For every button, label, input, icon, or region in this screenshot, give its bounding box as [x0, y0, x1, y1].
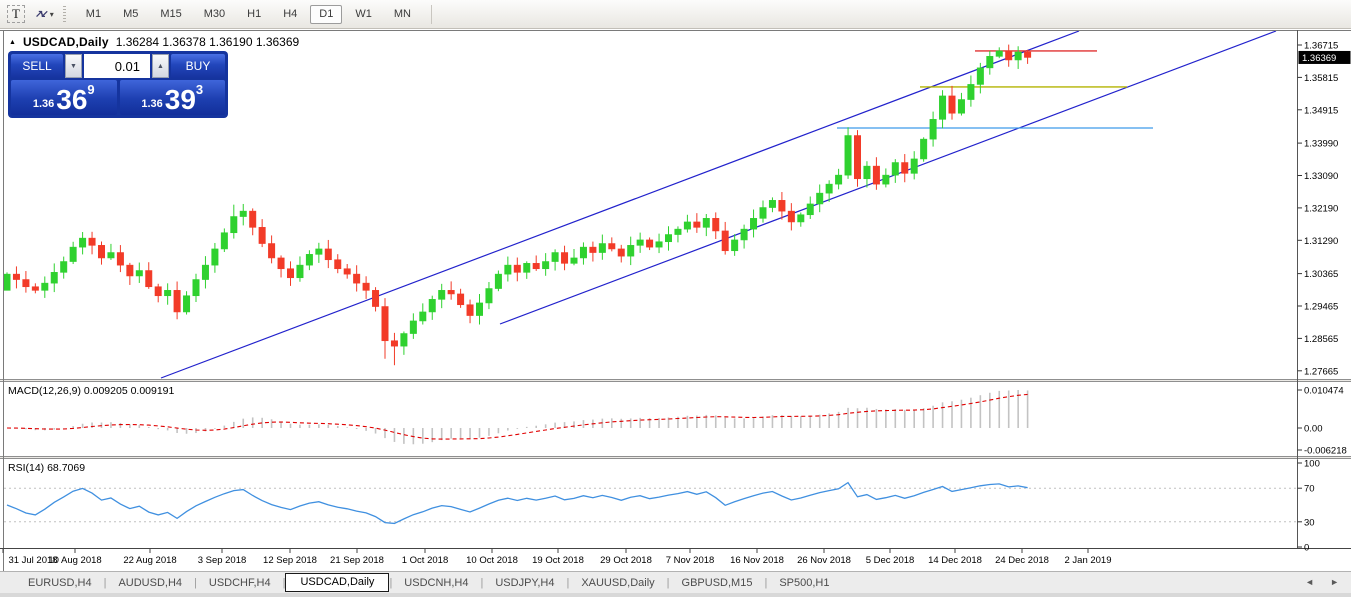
buy-price-sup: 3 — [195, 82, 204, 97]
macd-signal-line — [6, 393, 1028, 440]
toolbar: T ↗↙ ▾ M1 M5 M15 M30 H1 H4 D1 W1 MN — [0, 0, 1351, 29]
svg-text:1.34915: 1.34915 — [1304, 105, 1338, 116]
svg-text:1.31290: 1.31290 — [1304, 236, 1338, 247]
timeframe-h1[interactable]: H1 — [238, 5, 270, 24]
svg-text:1.32190: 1.32190 — [1304, 203, 1338, 214]
chart-title-symbol: USDCAD,Daily — [22, 35, 109, 49]
chart-tabs-bar: EURUSD,H4 | AUDUSD,H4 | USDCHF,H4 | USDCAD,Dai… — [0, 571, 1351, 593]
svg-text:14 Dec 2018: 14 Dec 2018 — [928, 555, 982, 566]
tab-usdcad-daily[interactable]: USDCAD,Daily — [285, 573, 390, 592]
collapse-chart-icon[interactable]: ▲ — [9, 39, 16, 46]
tab-usdcnh-h4[interactable]: USDCNH,H4 — [392, 574, 480, 592]
svg-text:1.27665: 1.27665 — [1304, 366, 1338, 377]
svg-text:1.28565: 1.28565 — [1304, 334, 1338, 345]
macd-pane — [6, 390, 1029, 445]
timeframe-mn[interactable]: MN — [385, 5, 420, 24]
buy-price-small: 1.36 — [141, 98, 163, 110]
svg-text:70: 70 — [1304, 484, 1315, 495]
price-axis[interactable]: 1.36715 1.35815 1.34915 1.33990 1.33090 1.321… — [1297, 41, 1351, 554]
svg-text:100: 100 — [1304, 459, 1320, 470]
sell-price-display[interactable]: 1.36 36 9 — [11, 80, 117, 115]
timeframe-m5[interactable]: M5 — [114, 5, 147, 24]
svg-text:3 Sep 2018: 3 Sep 2018 — [198, 555, 247, 566]
svg-text:12 Sep 2018: 12 Sep 2018 — [263, 555, 317, 566]
volume-increase-button[interactable]: ▲ — [152, 54, 169, 78]
svg-text:0.00: 0.00 — [1304, 424, 1323, 435]
tabs-scroll: ◄ ► — [1305, 577, 1339, 587]
tabs-scroll-left-icon[interactable]: ◄ — [1305, 577, 1314, 587]
svg-text:2 Jan 2019: 2 Jan 2019 — [1064, 555, 1111, 566]
timeframe-m1[interactable]: M1 — [77, 5, 110, 24]
svg-text:21 Sep 2018: 21 Sep 2018 — [330, 555, 384, 566]
tab-audusd-h4[interactable]: AUDUSD,H4 — [106, 574, 194, 592]
timeframe-w1[interactable]: W1 — [346, 5, 381, 24]
timeframe-m30[interactable]: M30 — [195, 5, 234, 24]
svg-text:24 Dec 2018: 24 Dec 2018 — [995, 555, 1049, 566]
svg-text:10 Oct 2018: 10 Oct 2018 — [466, 555, 518, 566]
tab-eurusd-h4[interactable]: EURUSD,H4 — [16, 574, 104, 592]
arrows-icon: ↗↙ — [35, 8, 49, 20]
tab-xauusd-daily[interactable]: XAUUSD,Daily — [569, 574, 666, 592]
rsi-line — [6, 481, 1028, 525]
buy-price-big: 39 — [164, 84, 196, 115]
svg-text:10 Aug 2018: 10 Aug 2018 — [48, 555, 101, 566]
chevron-down-icon: ▾ — [49, 9, 54, 19]
svg-text:1.36369: 1.36369 — [1302, 53, 1336, 64]
tab-gbpusd-m15[interactable]: GBPUSD,M15 — [670, 574, 765, 592]
chart-title-line: ▲ USDCAD,Daily 1.36284 1.36378 1.36190 1… — [9, 35, 299, 49]
svg-text:-0.006218: -0.006218 — [1304, 446, 1347, 457]
svg-text:5 Dec 2018: 5 Dec 2018 — [866, 555, 915, 566]
status-strip — [0, 593, 1351, 597]
trend-channel-line[interactable] — [160, 31, 1080, 379]
svg-text:19 Oct 2018: 19 Oct 2018 — [532, 555, 584, 566]
svg-text:22 Aug 2018: 22 Aug 2018 — [123, 555, 176, 566]
svg-text:1 Oct 2018: 1 Oct 2018 — [402, 555, 448, 566]
tabs-scroll-right-icon[interactable]: ► — [1330, 577, 1339, 587]
svg-text:16 Nov 2018: 16 Nov 2018 — [730, 555, 784, 566]
sell-price-big: 36 — [56, 84, 88, 115]
chart-window: 1.36715 1.35815 1.34915 1.33990 1.33090 1.321… — [0, 30, 1351, 571]
arrows-tool-button[interactable]: ↗↙ ▾ — [33, 4, 56, 24]
toolbar-separator — [430, 4, 432, 24]
svg-text:30: 30 — [1304, 517, 1315, 528]
timeframe-toolbar: M1 M5 M15 M30 H1 H4 D1 W1 MN — [75, 4, 422, 24]
timeframe-d1[interactable]: D1 — [310, 4, 343, 24]
svg-text:1.36715: 1.36715 — [1304, 41, 1338, 52]
timeframe-m15[interactable]: M15 — [151, 5, 190, 24]
buy-price-display[interactable]: 1.36 39 3 — [119, 80, 225, 115]
tab-usdjpy-h4[interactable]: USDJPY,H4 — [483, 574, 566, 592]
tab-sp500-h1[interactable]: SP500,H1 — [767, 574, 841, 592]
svg-text:1.30365: 1.30365 — [1304, 269, 1338, 280]
text-tool-button[interactable]: T — [5, 4, 27, 24]
rsi-pane — [4, 481, 1297, 525]
svg-text:7 Nov 2018: 7 Nov 2018 — [666, 555, 715, 566]
mt4-window: T ↗↙ ▾ M1 M5 M15 M30 H1 H4 D1 W1 MN 1.36715 1.358… — [0, 0, 1351, 597]
buy-button[interactable]: BUY — [171, 54, 225, 78]
volume-input[interactable] — [84, 54, 150, 78]
sell-button[interactable]: SELL — [11, 54, 63, 78]
volume-decrease-button[interactable]: ▼ — [65, 54, 82, 78]
svg-text:0.010474: 0.010474 — [1304, 386, 1344, 397]
timeframe-h4[interactable]: H4 — [274, 5, 306, 24]
svg-text:1.35815: 1.35815 — [1304, 73, 1338, 84]
chart-tabs: EURUSD,H4 | AUDUSD,H4 | USDCHF,H4 | USDCAD,Dai… — [16, 573, 841, 592]
svg-text:1.33990: 1.33990 — [1304, 139, 1338, 150]
svg-text:29 Oct 2018: 29 Oct 2018 — [600, 555, 652, 566]
svg-text:0: 0 — [1304, 543, 1309, 554]
sell-price-small: 1.36 — [32, 98, 55, 110]
tab-usdchf-h4[interactable]: USDCHF,H4 — [197, 574, 283, 592]
macd-label: MACD(12,26,9) 0.009205 0.009191 — [8, 385, 175, 397]
time-axis[interactable]: 31 Jul 201810 Aug 2018 22 Aug 2018 3 Sep 2… — [2, 548, 1112, 567]
svg-text:26 Nov 2018: 26 Nov 2018 — [797, 555, 851, 566]
svg-text:1.29465: 1.29465 — [1304, 302, 1338, 313]
svg-text:1.33090: 1.33090 — [1304, 171, 1338, 182]
text-tool-icon: T — [7, 5, 25, 23]
chart-title-ohlc: 1.36284 1.36378 1.36190 1.36369 — [115, 35, 300, 49]
rsi-label: RSI(14) 68.7069 — [8, 462, 85, 474]
one-click-trading-panel: SELL ▼ ▲ BUY 1.36 36 9 1.36 39 3 — [8, 51, 228, 118]
sell-price-sup: 9 — [87, 82, 95, 97]
toolbar-grip[interactable] — [62, 5, 66, 23]
